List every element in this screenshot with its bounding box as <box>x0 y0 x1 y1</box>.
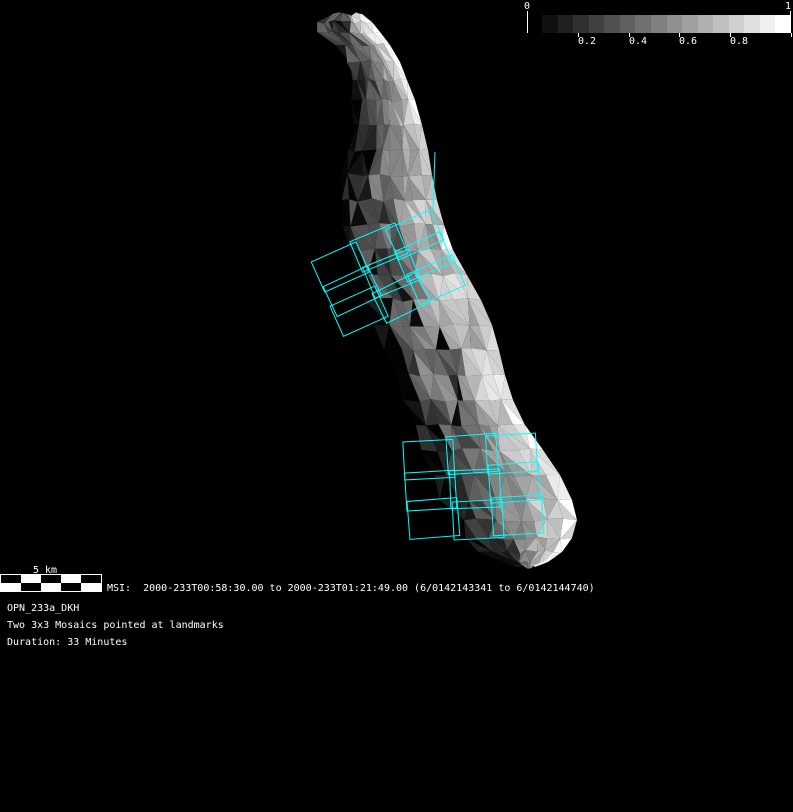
asteroid-mesh <box>317 12 577 569</box>
scalebar-cell <box>21 583 41 591</box>
scalebar-cell <box>41 583 61 591</box>
colorbar-step <box>728 15 745 33</box>
colorbar-tick-label: 0.2 <box>577 36 597 47</box>
scalebar-cell <box>81 583 101 591</box>
msi-status-line: MSI: 2000-233T00:58:30.00 to 2000-233T01… <box>107 583 595 594</box>
colorbar-step <box>682 15 698 33</box>
duration-line: Duration: 33 Minutes <box>7 637 128 648</box>
scalebar-cell <box>61 575 81 583</box>
scalebar-cell <box>1 583 21 591</box>
scalebar-cell <box>41 575 61 583</box>
scalebar-cell <box>81 575 101 583</box>
colorbar-step <box>759 15 776 33</box>
scalebar-cell <box>1 575 21 583</box>
display-window: 0 1 0.2 0.4 0.6 0.8 5 km MSI: 2000-233T00:5… <box>0 0 793 812</box>
colorbar-step <box>650 15 667 33</box>
asteroid-facet <box>341 150 349 175</box>
scalebar-checker <box>0 574 102 592</box>
opnav-id-line: OPN_233a_DKH <box>7 603 80 614</box>
colorbar-step <box>588 15 605 33</box>
colorbar-tick-label: 0.8 <box>729 36 749 47</box>
colorbar-zero-tick-line <box>527 11 528 33</box>
asteroid-facet <box>372 22 380 33</box>
colorbar-gradient <box>542 15 791 33</box>
colorbar-step <box>619 15 636 33</box>
scalebar-cell <box>21 575 41 583</box>
colorbar-step <box>697 15 714 33</box>
asteroid-facet <box>560 538 572 552</box>
asteroid-facet <box>467 275 481 300</box>
asteroid-facet <box>407 80 415 100</box>
colorbar-step <box>744 15 760 33</box>
colorbar-tick-label: 0.6 <box>678 36 698 47</box>
colorbar-step <box>775 15 791 33</box>
colorbar-step <box>604 15 620 33</box>
colorbar-step <box>573 15 589 33</box>
colorbar-tick-label: 0.4 <box>628 36 648 47</box>
colorbar-step <box>666 15 683 33</box>
scene-canvas <box>310 12 577 569</box>
mosaic-description-line: Two 3x3 Mosaics pointed at landmarks <box>7 620 224 631</box>
scalebar-cell <box>61 583 81 591</box>
colorbar-tick <box>791 33 792 37</box>
colorbar-step <box>635 15 651 33</box>
colorbar-step <box>557 15 574 33</box>
colorbar-step <box>542 15 558 33</box>
colorbar-step <box>713 15 729 33</box>
